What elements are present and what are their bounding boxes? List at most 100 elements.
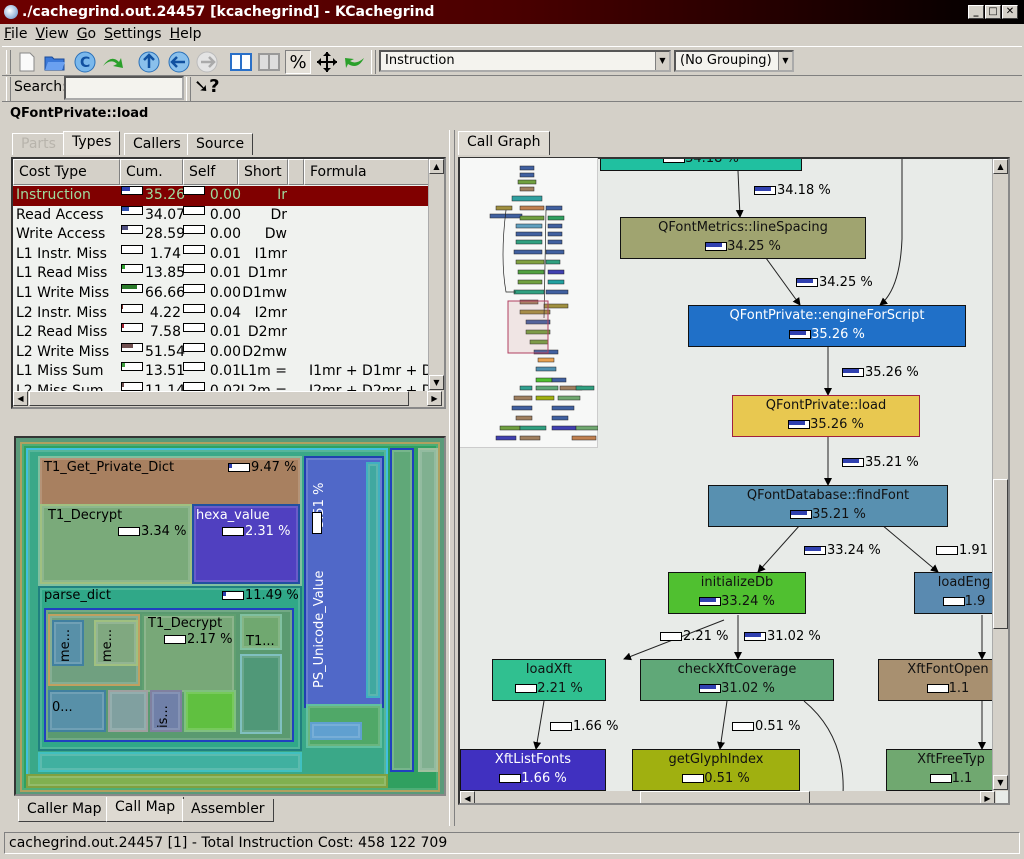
menu-go[interactable]: Go [77, 26, 96, 42]
scroll-left-icon[interactable]: ◀ [460, 791, 475, 803]
menu-view[interactable]: View [35, 26, 68, 42]
tab-caller-map[interactable]: Caller Map [18, 799, 111, 822]
graph-node[interactable]: initializeDb 33.24 % [668, 572, 806, 614]
header-blank[interactable] [288, 159, 304, 185]
cum-cell: 66.66 [145, 285, 186, 301]
short-cell: Dw [264, 226, 287, 243]
scroll-left-icon[interactable]: ◀ [13, 391, 28, 406]
percent-toggle[interactable]: % [285, 50, 311, 74]
cost-type-cell: L2 Write Miss [16, 343, 110, 360]
toolbar-grip-3[interactable] [6, 77, 11, 101]
table-row[interactable]: L1 Read Miss 13.85 0.01 D1mr [13, 264, 431, 284]
cost-bar [936, 546, 958, 555]
open-folder-icon[interactable] [42, 50, 68, 74]
chevron-down-icon[interactable]: ▼ [655, 52, 669, 70]
graph-node[interactable]: XftListFonts 1.66 % [460, 749, 606, 791]
forward-icon[interactable] [194, 50, 220, 74]
table-row[interactable]: Read Access 34.07 0.00 Dr [13, 205, 431, 226]
graph-node[interactable]: QFontPrivate::engineForScript 35.26 % [688, 305, 966, 347]
vertical-scrollbar[interactable]: ▲ ▼ [428, 159, 444, 391]
scroll-down-icon[interactable]: ▼ [429, 375, 444, 390]
grouping-combo[interactable]: (No Grouping) ▼ [674, 50, 794, 72]
toolbar-grip[interactable] [6, 50, 11, 74]
call-graph-overview[interactable] [460, 158, 599, 448]
table-row[interactable]: L2 Read Miss 7.58 0.01 D2mr [13, 323, 431, 343]
tab-source[interactable]: Source [187, 133, 254, 155]
horizontal-scrollbar[interactable]: ◀ ▶ [13, 391, 444, 407]
reload-icon[interactable]: C [72, 50, 98, 74]
vertical-scrollbar[interactable]: ▲ ▼ [992, 159, 1008, 791]
header-cost-type[interactable]: Cost Type [13, 159, 120, 185]
up-icon[interactable] [136, 50, 162, 74]
treemap-block[interactable] [366, 462, 380, 698]
scroll-thumb[interactable] [29, 391, 409, 406]
header-short[interactable]: Short [238, 159, 288, 185]
scroll-down-icon[interactable]: ▼ [993, 775, 1008, 790]
maximize-button[interactable]: □ [985, 5, 1001, 19]
treemap-block[interactable] [418, 448, 438, 772]
close-button[interactable]: ✕ [1002, 5, 1018, 19]
minimize-button[interactable]: _ [968, 5, 984, 19]
treemap-block[interactable] [184, 690, 236, 732]
scroll-up-icon[interactable]: ▲ [993, 159, 1008, 174]
table-row[interactable]: Write Access 28.59 0.00 Dw [13, 225, 431, 245]
event-type-combo[interactable]: Instruction ▼ [379, 50, 671, 72]
layout-dup-icon[interactable] [256, 50, 282, 74]
treemap-block[interactable] [240, 654, 282, 734]
graph-node[interactable]: QFontMetrics::lineSpacing 34.25 % [620, 217, 866, 259]
treemap-block[interactable] [38, 752, 302, 772]
call-map[interactable]: T1_Get_Private_Dict 9.47 % T1_Decrypt 3.… [14, 436, 446, 796]
table-row[interactable]: L1 Instr. Miss 1.74 0.01 I1mr [13, 244, 431, 265]
chevron-down-icon[interactable]: ▼ [778, 52, 792, 70]
treemap-block[interactable] [26, 774, 388, 788]
table-row[interactable]: Instruction 35.26 0.00 Ir [13, 186, 431, 206]
overview-viewport[interactable] [507, 300, 549, 354]
move-icon[interactable] [314, 50, 340, 74]
graph-node[interactable]: XftFontOpen 1.1 [878, 659, 1008, 701]
treemap-block[interactable] [390, 448, 414, 772]
scroll-right-icon[interactable]: ▶ [427, 391, 442, 406]
graph-node[interactable]: checkXftCoverage 31.02 % [640, 659, 834, 701]
horizontal-scrollbar[interactable]: ◀ ▶ [460, 791, 996, 803]
header-self[interactable]: Self [183, 159, 238, 185]
header-cum[interactable]: Cum. [120, 159, 183, 185]
tab-assembler[interactable]: Assembler [182, 799, 274, 822]
tab-types[interactable]: Types [63, 131, 121, 155]
whats-this-icon[interactable]: ➘? [194, 76, 220, 97]
new-file-icon[interactable] [14, 50, 40, 74]
table-row[interactable]: L2 Instr. Miss 4.22 0.04 I2mr [13, 303, 431, 324]
header-formula[interactable]: Formula [304, 159, 431, 185]
graph-node[interactable]: 34.18 % [600, 159, 802, 171]
menu-help[interactable]: Help [170, 26, 202, 42]
edge-label: 33.24 % [804, 543, 881, 558]
tab-call-map[interactable]: Call Map [106, 797, 185, 822]
table-row[interactable]: L1 Miss Sum 13.51 0.01L1m = I1mr + D1mr + D… [13, 362, 444, 382]
toolbar-grip-4[interactable] [186, 77, 191, 101]
table-row[interactable]: L1 Write Miss 66.66 0.00 D1mw [13, 284, 431, 304]
treemap-block[interactable] [310, 722, 362, 740]
cost-type-cell: L1 Write Miss [16, 285, 110, 301]
tab-callers[interactable]: Callers [124, 133, 190, 155]
graph-node[interactable]: getGlyphIndex 0.51 % [632, 749, 800, 791]
menu-file[interactable]: File [4, 26, 27, 42]
layout-split-icon[interactable] [228, 50, 254, 74]
cycle-icon[interactable] [342, 50, 368, 74]
treemap-block[interactable] [108, 690, 148, 732]
scroll-thumb[interactable] [640, 791, 810, 803]
scroll-thumb[interactable] [993, 479, 1008, 629]
graph-node[interactable]: QFontPrivate::load 35.26 % [732, 395, 920, 437]
search-input[interactable] [64, 76, 184, 100]
forward-green-icon[interactable] [100, 50, 126, 74]
scroll-right-icon[interactable]: ▶ [980, 791, 995, 803]
cum-cell: 7.58 [149, 324, 181, 341]
menu-settings[interactable]: Settings [104, 26, 161, 42]
graph-node[interactable]: QFontDatabase::findFont 35.21 % [708, 485, 948, 527]
panel-splitter[interactable] [449, 130, 455, 826]
back-icon[interactable] [166, 50, 192, 74]
table-row[interactable]: L2 Write Miss 51.54 0.00 D2mw [13, 342, 431, 363]
toolbar-grip-2[interactable] [371, 50, 376, 74]
tab-call-graph[interactable]: Call Graph [458, 131, 550, 155]
scroll-up-icon[interactable]: ▲ [429, 159, 444, 174]
tab-parts[interactable]: Parts [12, 133, 65, 155]
graph-node[interactable]: loadXft 2.21 % [492, 659, 606, 701]
